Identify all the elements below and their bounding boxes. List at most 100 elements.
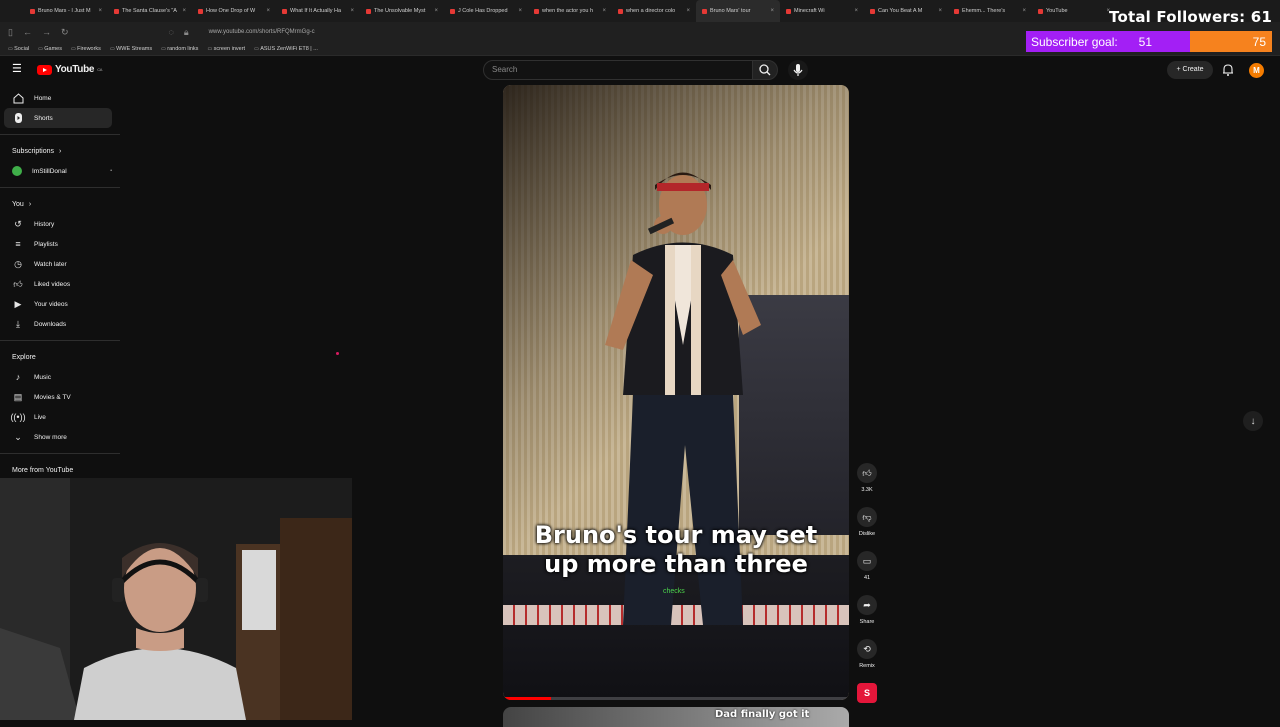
back-icon[interactable]: ← xyxy=(23,27,32,37)
browser-tab[interactable]: The Santa Clause's "A × xyxy=(108,0,192,22)
shorts-action-bar: 👍︎ 3.3K 👎︎ Dislike ▭ 41 ➦ Share ⟲ Remix … xyxy=(855,463,879,703)
shorts-icon xyxy=(12,112,24,124)
sidebar-item-label: Downloads xyxy=(34,320,67,328)
hamburger-menu-icon[interactable]: ☰ xyxy=(12,64,23,75)
video-progress-bar[interactable] xyxy=(503,697,849,700)
reload-icon[interactable]: ↻ xyxy=(61,27,69,38)
comments-button[interactable]: ▭ 41 xyxy=(855,551,879,595)
tab-title: J Cole Has Dropped xyxy=(458,8,508,14)
next-short-preview[interactable]: Dad finally got it xyxy=(503,707,849,727)
close-icon[interactable]: × xyxy=(770,8,774,14)
sidebar-more-heading: More from YouTube xyxy=(0,460,120,480)
chevron-right-icon: › xyxy=(28,200,32,208)
close-icon[interactable]: × xyxy=(938,8,942,14)
dislike-button[interactable]: 👎︎ Dislike xyxy=(855,507,879,551)
sidebar-item-downloads[interactable]: ⤓ Downloads xyxy=(0,314,112,334)
close-icon[interactable]: × xyxy=(266,8,270,14)
tab-title: How One Drop of W xyxy=(206,8,256,14)
bookmark-item[interactable]: Social xyxy=(8,46,29,52)
forward-icon[interactable]: → xyxy=(42,27,51,37)
sidebar-explore-heading: Explore xyxy=(0,347,120,367)
comment-icon: ▭ xyxy=(857,551,877,571)
tab-title: Bruno Mars - I Just M xyxy=(38,8,91,14)
sidebar-divider xyxy=(0,340,120,341)
remix-button[interactable]: ⟲ Remix xyxy=(855,639,879,683)
notifications-button[interactable] xyxy=(1221,63,1235,77)
share-label: Share xyxy=(859,619,875,625)
webcam-image xyxy=(0,478,352,720)
sidebar-item-show-more[interactable]: ⌄ Show more xyxy=(0,427,112,447)
close-icon[interactable]: × xyxy=(518,8,522,14)
close-icon[interactable]: × xyxy=(350,8,354,14)
create-button[interactable]: + Create xyxy=(1167,61,1213,79)
dislike-label: Dislike xyxy=(858,531,876,537)
share-button[interactable]: ➦ Share xyxy=(855,595,879,639)
browser-tab[interactable]: when a director colo × xyxy=(612,0,696,22)
channel-avatar-button[interactable]: S xyxy=(857,683,877,703)
close-icon[interactable]: × xyxy=(98,8,102,14)
bookmark-item[interactable]: Fireworks xyxy=(71,46,101,52)
tab-title: Ehemm... There's xyxy=(962,8,1006,14)
sidebar-item-live[interactable]: ((•)) Live xyxy=(0,407,112,427)
sidebar-item-music[interactable]: ♪ Music xyxy=(0,367,112,387)
close-icon[interactable]: × xyxy=(434,8,438,14)
browser-tab[interactable]: Bruno Mars - I Just M × xyxy=(24,0,108,22)
voice-search-button[interactable] xyxy=(788,60,808,80)
browser-tab[interactable]: What If It Actually Ha × xyxy=(276,0,360,22)
youtube-favicon-icon xyxy=(366,8,371,14)
close-icon[interactable]: × xyxy=(602,8,606,14)
search-button[interactable] xyxy=(752,60,778,80)
youtube-favicon-icon xyxy=(702,8,707,14)
sidebar-you-heading[interactable]: You › xyxy=(0,194,120,214)
close-icon[interactable]: × xyxy=(854,8,858,14)
sidebar-item-liked-videos[interactable]: 👍︎ Liked videos xyxy=(0,274,112,294)
bookmark-item[interactable]: random links xyxy=(161,46,198,52)
tab-title: when the actor you h xyxy=(542,8,594,14)
home-icon xyxy=(12,92,24,104)
sidebar-item-history[interactable]: ↺ History xyxy=(0,214,112,234)
url-field[interactable]: www.youtube.com/shorts/RFQMrmGg-c xyxy=(209,29,315,35)
next-short-button[interactable]: ↓ xyxy=(1243,411,1263,431)
caption-line-2: up more than three xyxy=(544,550,808,578)
browser-tab-active[interactable]: Bruno Mars' tour × xyxy=(696,0,780,22)
sidebar-item-label: Playlists xyxy=(34,240,58,248)
shield-icon[interactable]: ◌ xyxy=(169,27,174,37)
sidebar-item-playlists[interactable]: ≡ Playlists xyxy=(0,234,112,254)
sidebar-item-label: Movies & TV xyxy=(34,393,71,401)
video-caption: Bruno's tour may set up more than three xyxy=(503,521,849,579)
search-input[interactable]: Search xyxy=(483,60,753,80)
browser-tab[interactable]: How One Drop of W × xyxy=(192,0,276,22)
sidebar-item-home[interactable]: Home xyxy=(0,88,112,108)
browser-tab[interactable]: The Unsolvable Myst × xyxy=(360,0,444,22)
sidebar-item-your-videos[interactable]: ▶ Your videos xyxy=(0,294,112,314)
sidebar-item-subscription[interactable]: ImStillDonal • xyxy=(0,161,112,181)
sidebar-toggle-icon[interactable]: ▯ xyxy=(8,27,13,38)
shorts-video-player[interactable]: Bruno's tour may set up more than three … xyxy=(503,85,849,700)
browser-tab[interactable]: Can You Beat A M × xyxy=(864,0,948,22)
browser-tab[interactable]: J Cole Has Dropped × xyxy=(444,0,528,22)
youtube-favicon-icon xyxy=(786,8,791,14)
sidebar-item-shorts[interactable]: Shorts xyxy=(4,108,112,128)
bookmark-item[interactable]: Games xyxy=(38,46,62,52)
bookmark-item[interactable]: ASUS ZenWiFi ET8 | ... xyxy=(254,46,318,52)
live-dot-icon: • xyxy=(110,168,112,174)
live-icon: ((•)) xyxy=(10,412,26,422)
avatar[interactable]: M xyxy=(1249,63,1264,78)
remix-label: Remix xyxy=(859,663,875,669)
close-icon[interactable]: × xyxy=(686,8,690,14)
youtube-favicon-icon xyxy=(450,8,455,14)
browser-tab[interactable]: Minecraft Wi × xyxy=(780,0,864,22)
browser-tab[interactable]: when the actor you h × xyxy=(528,0,612,22)
sidebar-subscriptions-heading[interactable]: Subscriptions › xyxy=(0,141,120,161)
youtube-logo[interactable]: YouTube CA xyxy=(37,64,102,75)
youtube-header: ☰ YouTube CA Search + Create M xyxy=(0,56,1280,84)
sidebar-item-watch-later[interactable]: ◷ Watch later xyxy=(0,254,112,274)
close-icon[interactable]: × xyxy=(182,8,186,14)
sidebar-item-movies-tv[interactable]: ▤ Movies & TV xyxy=(0,387,112,407)
thumbs-down-icon: 👎︎ xyxy=(857,507,877,527)
bookmark-item[interactable]: WWE Streams xyxy=(110,46,152,52)
sidebar-item-label: History xyxy=(34,220,55,228)
bookmark-item[interactable]: screen invert xyxy=(207,46,246,52)
youtube-favicon-icon xyxy=(114,8,119,14)
like-button[interactable]: 👍︎ 3.3K xyxy=(855,463,879,507)
